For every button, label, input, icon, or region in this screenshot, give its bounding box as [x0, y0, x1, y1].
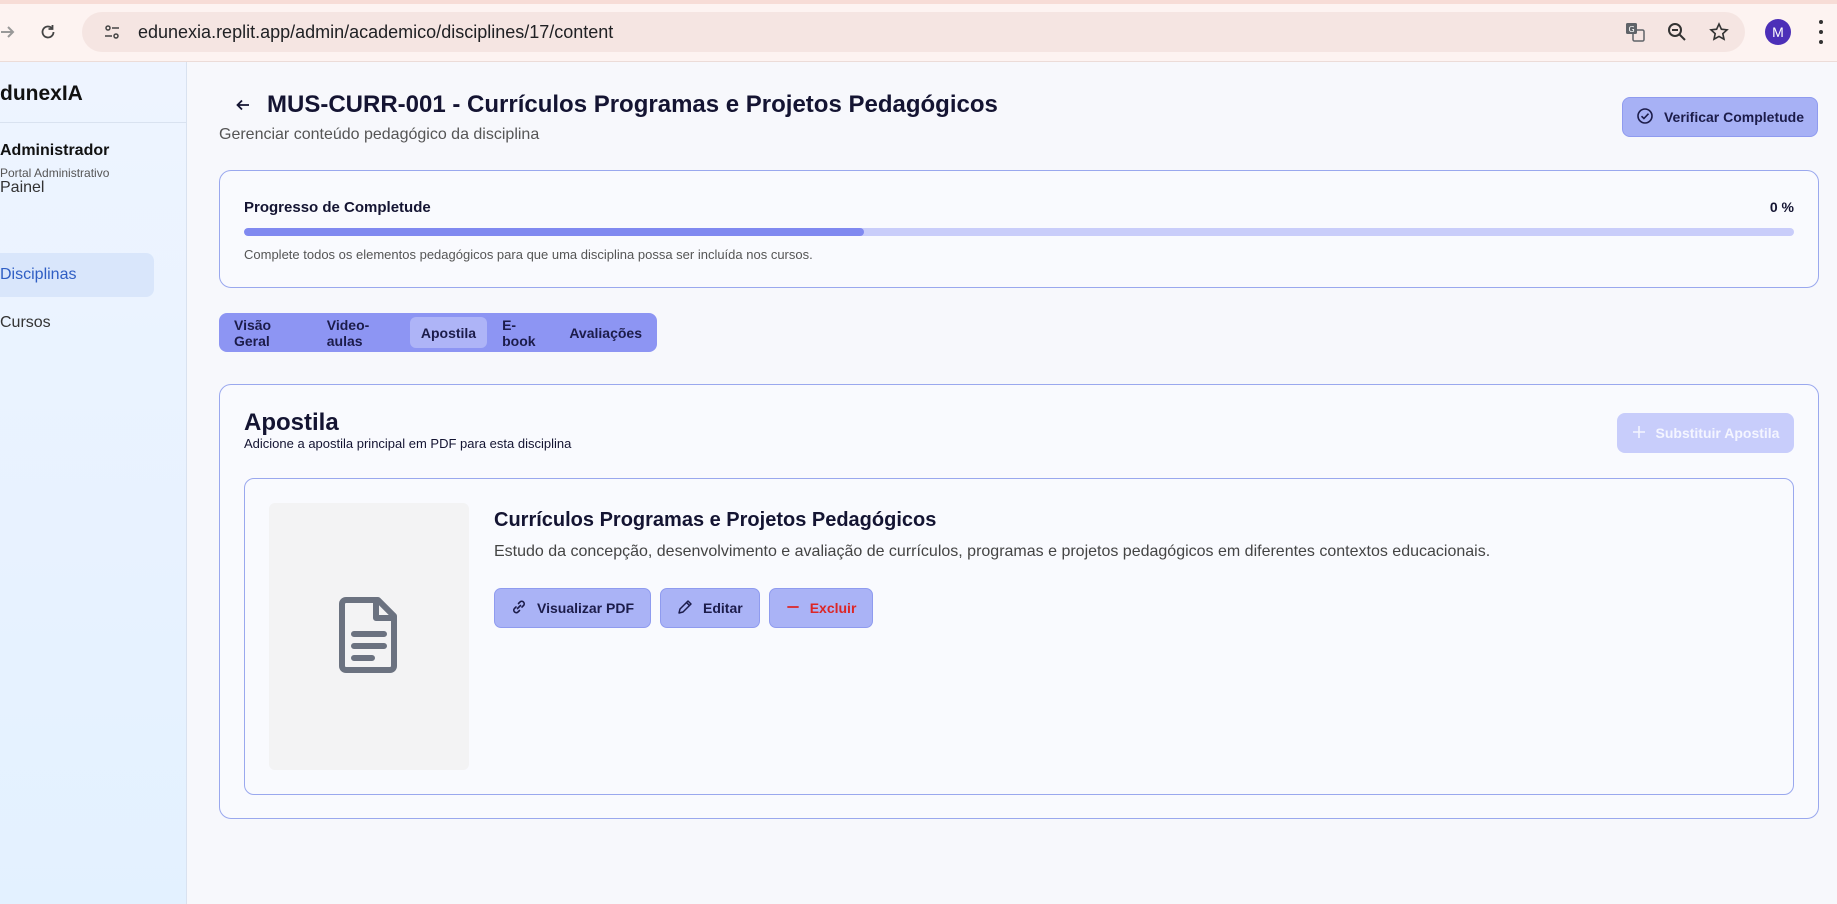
sidebar-item-label: Painel — [0, 179, 45, 196]
tab-e-book[interactable]: E-book — [491, 317, 554, 349]
plus-icon — [1632, 425, 1646, 442]
sidebar-item-label: Cursos — [0, 314, 51, 331]
minus-icon — [786, 600, 800, 617]
site-settings-icon[interactable] — [102, 22, 122, 42]
progress-title: Progresso de Completude — [244, 199, 431, 216]
document-card: Currículos Programas e Projetos Pedagógi… — [244, 478, 1794, 795]
document-thumbnail — [269, 503, 469, 770]
pencil-icon — [677, 599, 693, 618]
document-title: Currículos Programas e Projetos Pedagógi… — [494, 509, 937, 531]
apostila-title: Apostila — [244, 409, 339, 436]
tab-avaliacoes[interactable]: Avaliações — [558, 317, 653, 348]
sidebar-item-label: Disciplinas — [0, 266, 77, 283]
bookmark-star-icon[interactable] — [1707, 20, 1731, 44]
zoom-icon[interactable] — [1665, 20, 1689, 44]
document-description: Estudo da concepção, desenvolvimento e a… — [494, 543, 1491, 560]
sidebar-divider — [0, 122, 187, 123]
view-pdf-button[interactable]: Visualizar PDF — [494, 588, 652, 628]
user-name: Administrador — [0, 142, 110, 159]
svg-text:G: G — [1629, 25, 1635, 34]
tab-strip — [0, 0, 1837, 4]
browser-toolbar: edunexia.replit.app/admin/academico/disc… — [0, 0, 1837, 62]
brand-logo[interactable]: dunexIA — [0, 82, 83, 106]
sidebar-item-disciplinas[interactable]: Disciplinas — [0, 253, 154, 297]
replace-apostila-label: Substituir Apostila — [1655, 425, 1780, 441]
file-text-icon — [336, 594, 402, 679]
document-actions: Visualizar PDF Editar Excluir — [494, 588, 874, 628]
verify-completeness-button[interactable]: Verificar Completude — [1622, 97, 1818, 137]
link-icon — [511, 599, 527, 618]
verify-completeness-label: Verificar Completude — [1663, 109, 1805, 125]
progress-hint: Complete todos os elementos pedagógicos … — [244, 247, 813, 262]
browser-menu-icon[interactable] — [1817, 20, 1825, 44]
progress-bar-fill — [244, 228, 864, 236]
url-text[interactable]: edunexia.replit.app/admin/academico/disc… — [138, 22, 613, 43]
back-arrow-icon[interactable] — [231, 93, 255, 117]
view-pdf-label: Visualizar PDF — [537, 600, 635, 616]
reload-icon[interactable] — [34, 18, 62, 46]
page-title: MUS-CURR-001 - Currículos Programas e Pr… — [267, 91, 998, 118]
tab-visao-geral[interactable]: Visão Geral — [223, 317, 312, 349]
profile-avatar[interactable]: M — [1765, 19, 1791, 45]
delete-button[interactable]: Excluir — [768, 588, 874, 628]
progress-card: Progresso de Completude 0 % Complete tod… — [219, 170, 1819, 288]
tab-apostila[interactable]: Apostila — [409, 317, 488, 348]
replace-apostila-button[interactable]: Substituir Apostila — [1617, 413, 1794, 453]
content-tabs: Visão Geral Video-aulas Apostila E-book … — [219, 313, 657, 352]
delete-label: Excluir — [809, 600, 857, 616]
apostila-card: Apostila Adicione a apostila principal e… — [219, 384, 1819, 819]
sidebar: dunexIA Administrador Portal Administrat… — [0, 62, 187, 904]
progress-value: 0 % — [1769, 199, 1794, 215]
check-circle-icon — [1636, 107, 1654, 128]
apostila-description: Adicione a apostila principal em PDF par… — [244, 436, 572, 451]
translate-icon[interactable]: G — [1623, 20, 1647, 44]
page-subtitle: Gerenciar conteúdo pedagógico da discipl… — [219, 126, 540, 143]
progress-bar — [244, 228, 1794, 236]
sidebar-item-painel[interactable]: Painel — [0, 166, 154, 210]
tab-video-aulas[interactable]: Video-aulas — [316, 317, 406, 349]
forward-icon[interactable] — [0, 18, 22, 46]
address-bar[interactable]: edunexia.replit.app/admin/academico/disc… — [82, 12, 1745, 52]
edit-label: Editar — [703, 600, 743, 616]
edit-button[interactable]: Editar — [660, 588, 760, 628]
sidebar-item-cursos[interactable]: Cursos — [0, 301, 154, 345]
